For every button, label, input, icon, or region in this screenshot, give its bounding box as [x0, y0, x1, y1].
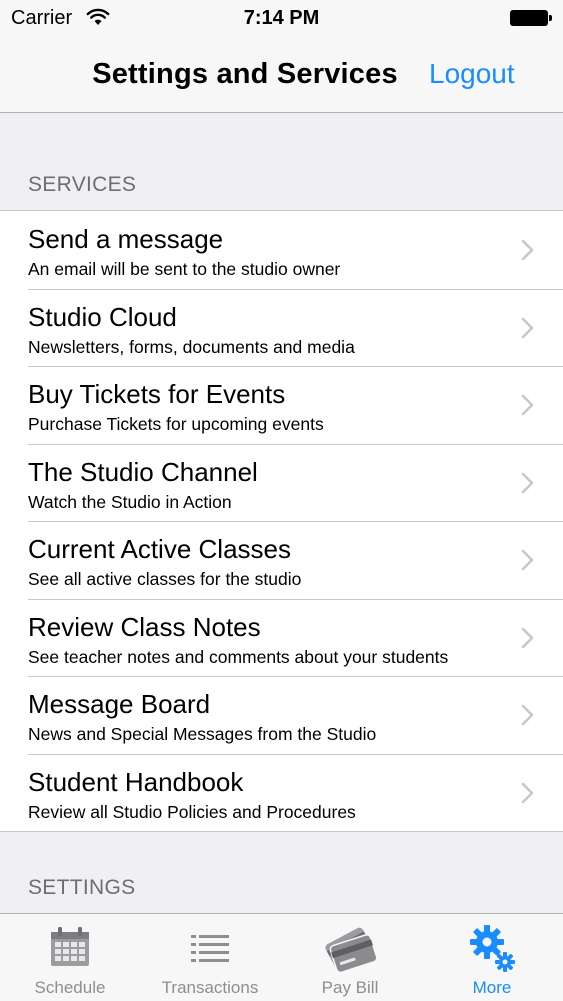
row-subtitle: News and Special Messages from the Studi… [28, 724, 377, 744]
row-title: Student Handbook [28, 766, 244, 797]
list-icon [191, 934, 229, 967]
tab-label: More [472, 978, 512, 997]
chevron-right-icon [521, 239, 534, 261]
row-subtitle: Purchase Tickets for upcoming events [28, 414, 324, 434]
chevron-right-icon [521, 782, 534, 803]
chevron-right-icon [521, 627, 534, 648]
chevron-right-icon [521, 394, 534, 416]
navigation-bar: Settings and Services Logout [0, 38, 563, 113]
row-subtitle: Watch the Studio in Action [28, 491, 232, 512]
tab-label: Transactions [161, 978, 259, 997]
row-title: Message Board [28, 689, 211, 719]
service-row-studio-channel[interactable]: The Studio Channel Watch the Studio in A… [0, 443, 563, 522]
status-time: 7:14 PM [243, 7, 320, 29]
service-row-student-handbook[interactable]: Student Handbook Review all Studio Polic… [0, 753, 563, 832]
gears-icon [468, 922, 516, 979]
tab-transactions[interactable]: Transactions [140, 914, 280, 1001]
service-row-studio-cloud[interactable]: Studio Cloud Newsletters, forms, documen… [0, 288, 563, 367]
chevron-right-icon [521, 549, 534, 571]
settings-section-header: SETTINGS [28, 876, 136, 899]
row-subtitle: See teacher notes and comments about you… [28, 646, 449, 667]
chevron-right-icon [521, 472, 534, 493]
row-subtitle: See all active classes for the studio [28, 569, 302, 589]
tab-label: Schedule [34, 978, 106, 997]
chevron-right-icon [521, 704, 534, 726]
tab-bar: Schedule Transactions Pay Bill More [0, 913, 563, 1001]
battery-icon [510, 10, 552, 26]
chevron-right-icon [521, 317, 534, 338]
row-subtitle: An email will be sent to the studio owne… [28, 259, 341, 279]
tab-pay-bill[interactable]: Pay Bill [280, 914, 420, 1001]
status-bar: Carrier 7:14 PM [0, 0, 563, 38]
row-title: Buy Tickets for Events [28, 379, 286, 409]
service-row-class-notes[interactable]: Review Class Notes See teacher notes and… [0, 598, 563, 677]
services-list: Send a message An email will be sent to … [0, 210, 563, 832]
credit-card-icon [322, 922, 378, 979]
service-row-buy-tickets[interactable]: Buy Tickets for Events Purchase Tickets … [0, 366, 563, 444]
service-row-send-message[interactable]: Send a message An email will be sent to … [0, 211, 563, 289]
row-subtitle: Newsletters, forms, documents and media [28, 336, 355, 357]
row-subtitle: Review all Studio Policies and Procedure… [28, 801, 356, 822]
logout-button[interactable]: Logout [429, 58, 515, 90]
tab-schedule[interactable]: Schedule [0, 914, 140, 1001]
row-title: The Studio Channel [28, 456, 258, 487]
tab-more[interactable]: More [422, 914, 562, 1001]
service-row-active-classes[interactable]: Current Active Classes See all active cl… [0, 521, 563, 599]
row-title: Studio Cloud [28, 301, 177, 332]
tab-label: Pay Bill [321, 978, 379, 997]
row-title: Review Class Notes [28, 611, 261, 642]
row-title: Current Active Classes [28, 534, 291, 564]
calendar-icon [50, 926, 90, 973]
row-title: Send a message [28, 224, 224, 254]
services-section-header: SERVICES [28, 173, 137, 196]
page-title: Settings and Services [92, 58, 398, 90]
service-row-message-board[interactable]: Message Board News and Special Messages … [0, 676, 563, 754]
